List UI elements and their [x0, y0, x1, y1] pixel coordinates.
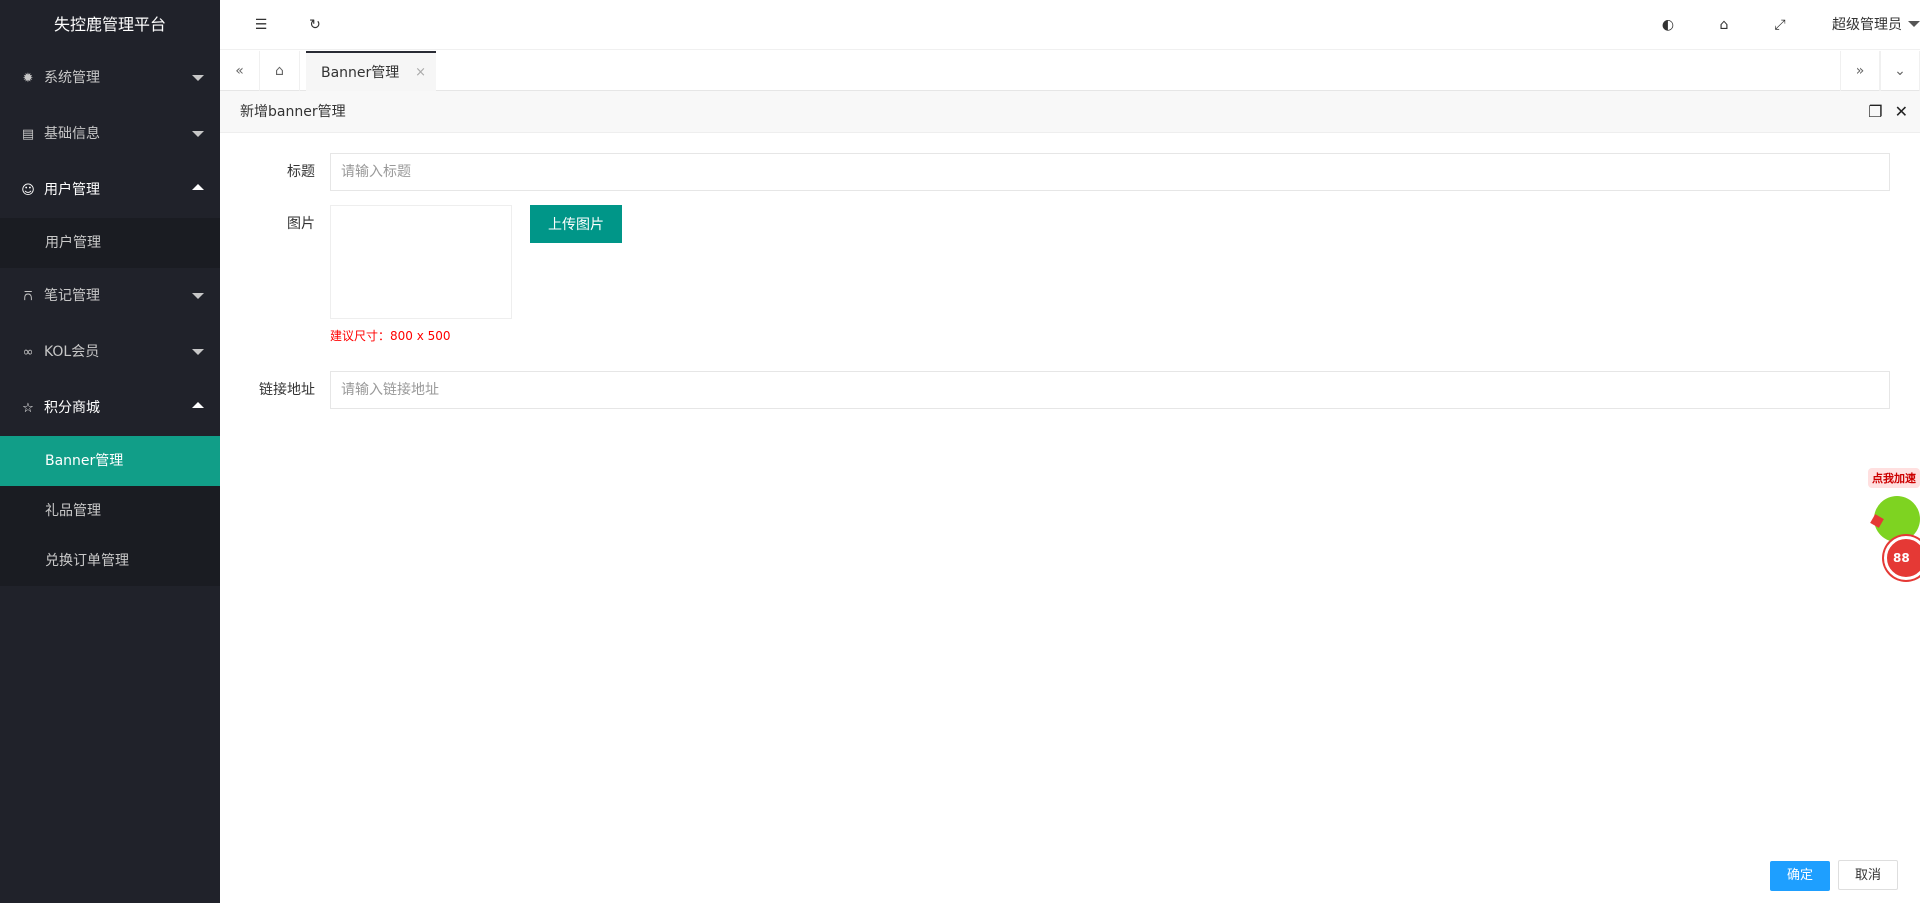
form-row-image: 图片 上传图片 建议尺寸：800 x 500	[220, 205, 1920, 357]
chevron-down-icon	[192, 293, 204, 299]
sidebar-group-user[interactable]: ☺ 用户管理	[0, 162, 220, 218]
form-row-title: 标题	[220, 153, 1920, 191]
sidebar-group-system[interactable]: ✹ 系统管理	[0, 50, 220, 106]
banner-form: 标题 图片 上传图片 建议尺寸：800 x 500 链接地址	[220, 133, 1920, 409]
chevron-up-icon	[192, 184, 204, 190]
user-icon: ☺	[21, 183, 35, 198]
tab-label: Banner管理	[321, 65, 400, 81]
star-icon: ☆	[22, 401, 34, 416]
submenu-points-mall: Banner管理 礼品管理 兑换订单管理	[0, 436, 220, 586]
gear-icon: ✹	[22, 71, 34, 86]
link-label: 链接地址	[259, 382, 315, 398]
maximize-icon[interactable]: ❐	[1868, 91, 1882, 133]
sidebar-group-label: KOL会员	[44, 344, 100, 360]
dialog-title: 新增banner管理	[240, 104, 346, 120]
sidebar-item-banner[interactable]: Banner管理	[0, 436, 220, 486]
dialog-header: 新增banner管理 ❐ ✕	[220, 91, 1920, 133]
link-icon: ∞	[22, 345, 34, 360]
submenu-user: 用户管理	[0, 218, 220, 268]
book-icon: ⩃	[23, 289, 33, 304]
title-label: 标题	[287, 164, 315, 180]
fullscreen-icon[interactable]: ⤢	[1769, 14, 1791, 36]
sidebar-item-exchange-orders[interactable]: 兑换订单管理	[0, 536, 220, 586]
user-menu[interactable]: 超级管理员	[1832, 0, 1920, 50]
tag-icon[interactable]: ⌂	[1713, 14, 1735, 36]
sidebar-group-points-mall[interactable]: ☆ 积分商城	[0, 380, 220, 436]
sidebar-group-basic-info[interactable]: ▤ 基础信息	[0, 106, 220, 162]
tab-dropdown-icon[interactable]: ⌄	[1880, 51, 1920, 91]
tab-bar: « ⌂ Banner管理 × » ⌄	[220, 51, 1920, 91]
palette-icon[interactable]: ◐	[1657, 14, 1679, 36]
close-icon[interactable]: ✕	[1895, 91, 1908, 133]
chevron-down-icon	[192, 131, 204, 137]
top-header: ☰ ↻ ◐ ⌂ ⤢ 超级管理员	[220, 0, 1920, 50]
app-root: 失控鹿管理平台 ✹ 系统管理 ▤ 基础信息 ☺ 用户管理 用户管理 ⩃ 笔记管理 ∞ KO…	[0, 0, 1920, 903]
scroll-left-icon[interactable]: «	[220, 51, 260, 91]
dialog-controls: ❐ ✕	[1856, 91, 1908, 134]
document-icon: ▤	[21, 127, 35, 142]
image-preview	[330, 205, 512, 319]
upload-image-button[interactable]: 上传图片	[530, 205, 622, 243]
sidebar-group-label: 用户管理	[44, 182, 100, 198]
dialog-footer: 确定 取消	[1770, 860, 1898, 891]
chevron-down-icon	[192, 349, 204, 355]
form-row-link: 链接地址	[220, 371, 1920, 409]
dialog: 新增banner管理 ❐✕ 标题 图片 上传图片 建议尺寸：800 x 500 …	[220, 91, 1920, 903]
app-logo: 失控鹿管理平台	[0, 0, 220, 50]
title-input[interactable]	[330, 153, 1890, 191]
tab-banner-management[interactable]: Banner管理 ×	[306, 51, 436, 91]
sidebar-item-user-management[interactable]: 用户管理	[0, 218, 220, 268]
chevron-down-icon	[1908, 21, 1920, 27]
sidebar-group-notes[interactable]: ⩃ 笔记管理	[0, 268, 220, 324]
widget-badge: 88	[1884, 536, 1920, 580]
sidebar-group-label: 系统管理	[44, 70, 100, 86]
chevron-down-icon	[192, 75, 204, 81]
speed-up-widget[interactable]: 点我加速 88	[1860, 468, 1920, 580]
scroll-right-icon[interactable]: »	[1840, 51, 1880, 91]
image-label: 图片	[287, 216, 315, 232]
link-input[interactable]	[330, 371, 1890, 409]
home-icon[interactable]: ⌂	[260, 51, 300, 91]
sidebar: 失控鹿管理平台 ✹ 系统管理 ▤ 基础信息 ☺ 用户管理 用户管理 ⩃ 笔记管理 ∞ KO…	[0, 0, 220, 903]
confirm-button[interactable]: 确定	[1770, 861, 1830, 891]
sidebar-item-gift[interactable]: 礼品管理	[0, 486, 220, 536]
sidebar-group-label: 基础信息	[44, 126, 100, 142]
user-name: 超级管理员	[1832, 17, 1902, 33]
chevron-up-icon	[192, 402, 204, 408]
cancel-button[interactable]: 取消	[1838, 860, 1898, 890]
sidebar-group-kol[interactable]: ∞ KOL会员	[0, 324, 220, 380]
widget-label: 点我加速	[1868, 468, 1920, 488]
menu-toggle-icon[interactable]: ☰	[250, 14, 272, 36]
refresh-icon[interactable]: ↻	[304, 14, 326, 36]
size-hint: 建议尺寸：800 x 500	[330, 329, 451, 343]
sidebar-group-label: 积分商城	[44, 400, 100, 416]
sidebar-group-label: 笔记管理	[44, 288, 100, 304]
close-icon[interactable]: ×	[415, 53, 426, 93]
